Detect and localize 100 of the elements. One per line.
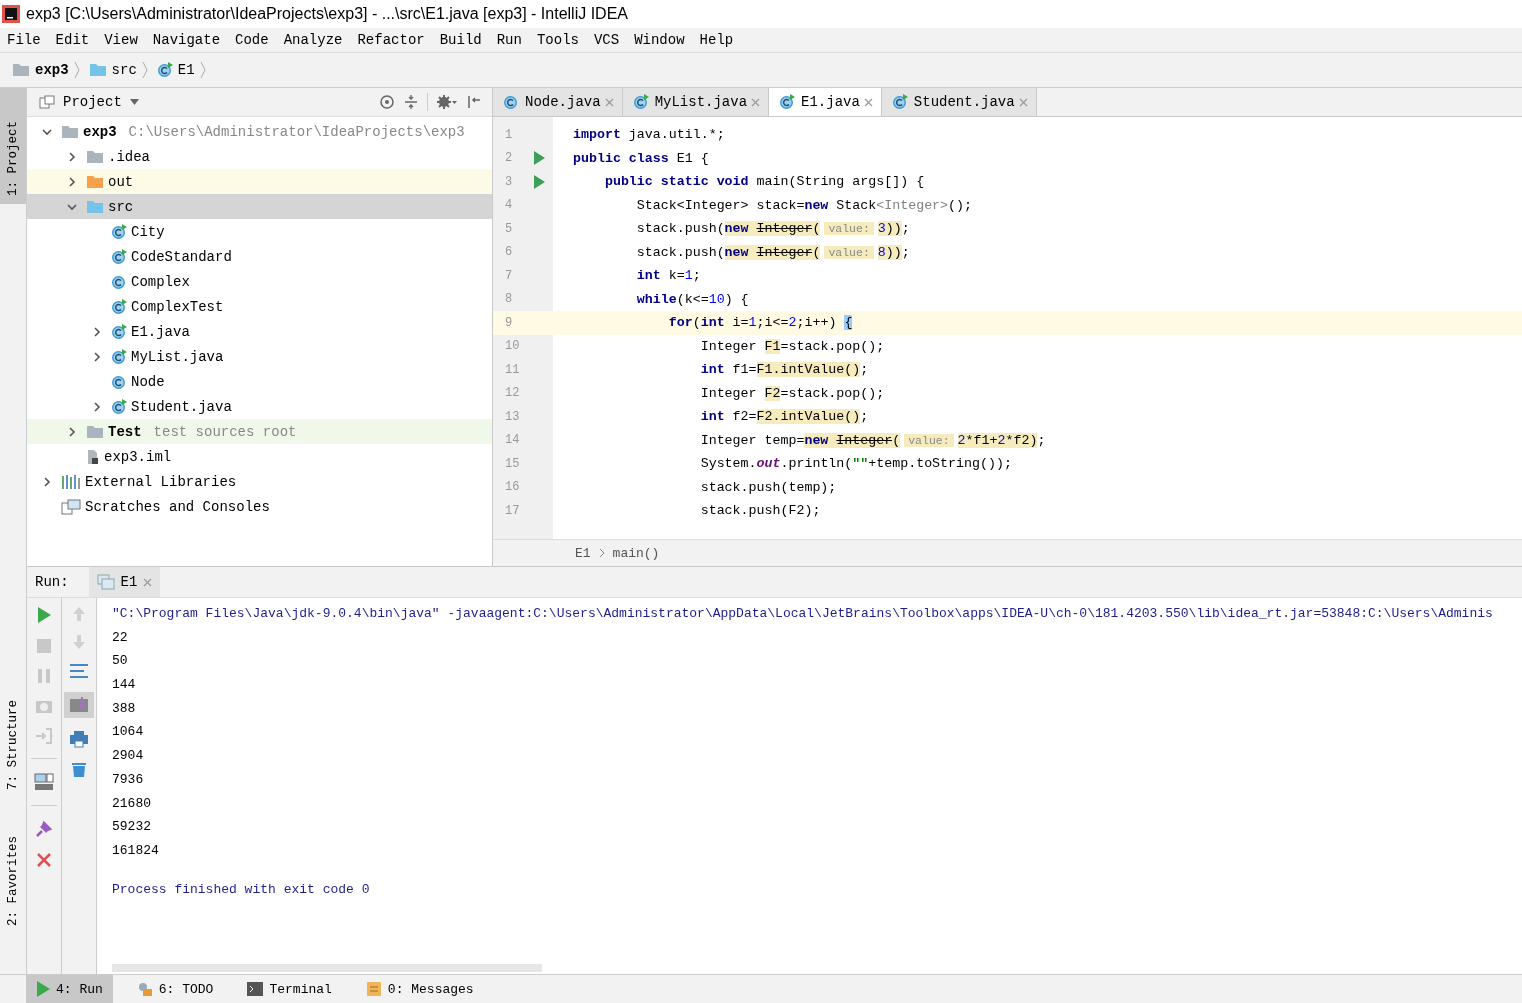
menu-item[interactable]: Tools xyxy=(536,32,579,48)
tool-window-tab[interactable]: 1: Project xyxy=(0,88,26,204)
scroll-to-end-icon xyxy=(69,696,89,714)
scroll-to-end-button[interactable] xyxy=(64,692,94,718)
trash-icon[interactable] xyxy=(70,760,88,778)
tree-item[interactable]: External Libraries xyxy=(27,469,492,494)
output-line: 21680 xyxy=(112,794,152,813)
editor-tab[interactable]: Node.java xyxy=(493,88,623,116)
editor-tab[interactable]: E1.java xyxy=(769,88,882,116)
line-number: 2 xyxy=(504,151,514,166)
line-number: 5 xyxy=(504,221,514,236)
tree-item[interactable]: ComplexTest xyxy=(27,294,492,319)
tree-item[interactable]: MyList.java xyxy=(27,344,492,369)
menu-item[interactable]: VCS xyxy=(593,32,620,48)
panel-title[interactable]: Project xyxy=(63,94,122,110)
path-hint: C:\Users\Administrator\IdeaProjects\exp3 xyxy=(128,123,465,140)
todo-icon xyxy=(136,981,153,997)
breadcrumb[interactable]: main() xyxy=(612,545,660,561)
tool-window-tab[interactable]: 2: Favorites xyxy=(0,828,26,934)
tree-item[interactable]: exp3 C:\Users\Administrator\IdeaProjects\exp3 xyxy=(27,119,492,144)
folder-icon xyxy=(86,198,104,215)
tree-item[interactable]: .idea xyxy=(27,144,492,169)
menu-item[interactable]: Run xyxy=(496,32,522,48)
output-line: 7936 xyxy=(112,770,145,789)
close-icon[interactable] xyxy=(863,97,873,107)
menu-item[interactable]: File xyxy=(7,32,41,48)
terminal-icon xyxy=(247,982,264,996)
soft-wrap-icon[interactable] xyxy=(69,662,89,680)
tree-item[interactable]: E1.java xyxy=(27,319,492,344)
menu-item[interactable]: View xyxy=(104,32,138,48)
rerun-icon[interactable] xyxy=(36,606,52,624)
exit-message: Process finished with exit code 0 xyxy=(112,880,371,899)
close-icon[interactable] xyxy=(36,852,52,868)
menu-item[interactable]: Refactor xyxy=(357,32,425,48)
scrollbar[interactable] xyxy=(112,964,542,972)
line-number: 10 xyxy=(504,339,521,354)
line-number: 16 xyxy=(504,480,521,495)
chevron-icon xyxy=(199,61,206,79)
pin-icon[interactable] xyxy=(35,820,53,838)
menu-item[interactable]: Build xyxy=(439,32,482,48)
collapse-all-icon[interactable] xyxy=(403,94,419,110)
close-icon[interactable] xyxy=(604,97,614,107)
tool-window-tab[interactable]: 7: Structure xyxy=(0,691,26,798)
print-icon[interactable] xyxy=(69,730,89,748)
tree-item[interactable]: Test test sources root xyxy=(27,419,492,444)
menu-item[interactable]: Code xyxy=(235,32,269,48)
output-line: 161824 xyxy=(112,841,160,860)
menu-item[interactable]: Navigate xyxy=(152,32,221,48)
editor-tab[interactable]: Student.java xyxy=(881,88,1037,116)
tool-window-button[interactable]: Terminal xyxy=(237,975,342,1003)
settings-icon[interactable] xyxy=(436,94,458,110)
locate-icon[interactable] xyxy=(379,94,395,110)
folder-icon xyxy=(86,148,104,165)
menu-item[interactable]: Edit xyxy=(55,32,90,48)
line-number: 7 xyxy=(504,268,514,283)
tree-item[interactable]: CodeStandard xyxy=(27,244,492,269)
breadcrumb[interactable]: src xyxy=(111,62,137,78)
dropdown-caret-icon[interactable] xyxy=(129,99,139,105)
tree-item[interactable]: out xyxy=(27,169,492,194)
breadcrumb[interactable]: E1 xyxy=(177,62,195,78)
editor-tab[interactable]: MyList.java xyxy=(622,88,770,116)
tool-window-button[interactable]: 0: Messages xyxy=(355,975,484,1003)
run-tab[interactable]: E1 xyxy=(88,567,161,597)
code-line: import java.util.*; xyxy=(573,126,726,145)
console-icon xyxy=(96,574,115,590)
tree-item[interactable]: exp3.iml xyxy=(27,444,492,469)
tree-item[interactable]: City xyxy=(27,219,492,244)
close-icon[interactable] xyxy=(1018,97,1028,107)
tree-item[interactable]: Complex xyxy=(27,269,492,294)
menu-item[interactable]: Help xyxy=(699,32,734,48)
library-icon xyxy=(61,473,81,490)
output-line: 22 xyxy=(112,628,129,647)
run-gutter-icon[interactable] xyxy=(533,151,545,166)
close-icon[interactable] xyxy=(751,97,761,107)
layout-icon[interactable] xyxy=(34,773,54,791)
run-gutter-icon[interactable] xyxy=(533,174,545,189)
breadcrumb[interactable]: E1 xyxy=(575,545,591,561)
tree-item[interactable]: Node xyxy=(27,369,492,394)
breadcrumb[interactable]: exp3 xyxy=(35,62,69,78)
hide-panel-icon[interactable] xyxy=(466,94,482,110)
window-title: exp3 [C:\Users\Administrator\IdeaProjects\exp3] - ...\src\E1.java [exp3] - IntelliJ IDEA xyxy=(26,5,628,23)
folder-icon xyxy=(88,62,107,78)
menu-item[interactable]: Analyze xyxy=(283,32,343,48)
folder-icon xyxy=(86,173,104,190)
line-number: 6 xyxy=(504,245,514,260)
line-number: 14 xyxy=(504,433,521,448)
code-line: stack.push(new Integer( value: 3)); xyxy=(635,220,911,239)
tree-item[interactable]: Scratches and Consoles xyxy=(27,494,492,519)
menu-item[interactable]: Window xyxy=(634,32,685,48)
tool-window-button[interactable]: 6: TODO xyxy=(126,975,224,1003)
close-icon[interactable] xyxy=(143,577,153,587)
line-number: 4 xyxy=(504,198,514,213)
code-line: stack.push(temp); xyxy=(699,478,838,497)
chevron-icon xyxy=(73,61,80,79)
tree-item[interactable]: src xyxy=(27,194,492,219)
tool-window-button[interactable]: 4: Run xyxy=(26,975,113,1003)
line-number: 15 xyxy=(504,456,521,471)
tree-item[interactable]: Student.java xyxy=(27,394,492,419)
line-number: 3 xyxy=(504,174,514,189)
line-number: 13 xyxy=(504,409,521,424)
